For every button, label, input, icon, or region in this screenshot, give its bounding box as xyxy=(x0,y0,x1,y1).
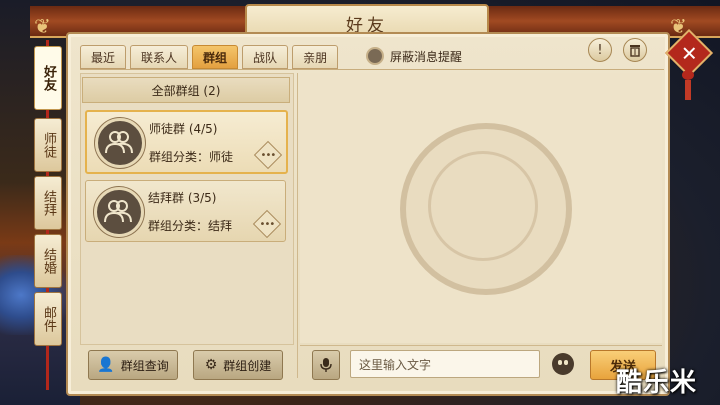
close-icon: ✕ xyxy=(680,40,698,65)
watermark: 酷乐米 xyxy=(616,368,698,398)
tassel-fringe xyxy=(685,80,691,100)
group-name: 师徒群 (4/5) xyxy=(149,122,218,136)
group-people-icon xyxy=(104,200,132,223)
emoji-button[interactable] xyxy=(548,350,578,378)
group-search-button[interactable]: 👤 群组查询 xyxy=(88,350,178,380)
group-people-icon xyxy=(105,131,133,154)
side-tab-marriage[interactable]: 结婚 xyxy=(34,234,62,288)
group-create-label: 群组创建 xyxy=(223,358,272,373)
tab-groups[interactable]: 群组 xyxy=(192,45,239,69)
tab-recent[interactable]: 最近 xyxy=(80,45,127,69)
microphone-icon xyxy=(320,358,332,372)
tab-team[interactable]: 战队 xyxy=(242,45,289,69)
trash-icon xyxy=(630,44,640,57)
chat-input-separator xyxy=(300,345,662,346)
group-create-button[interactable]: ⚙ 群组创建 xyxy=(193,350,283,380)
mute-toggle[interactable]: 屏蔽消息提醒 xyxy=(366,47,462,65)
more-icon: ••• xyxy=(260,149,276,161)
chat-input[interactable]: 这里输入文字 xyxy=(350,350,540,378)
emoji-icon xyxy=(552,353,574,375)
report-button[interactable]: ! xyxy=(588,38,612,62)
side-tab-mentor[interactable]: 师徒 xyxy=(34,118,62,172)
side-tab-sworn[interactable]: 结拜 xyxy=(34,176,62,230)
tab-contacts[interactable]: 联系人 xyxy=(130,45,189,69)
group-item[interactable]: 结拜群 (3/5) 群组分类：结拜 ••• xyxy=(85,180,286,242)
group-list-header[interactable]: 全部群组 (2) xyxy=(82,77,290,103)
more-icon: ••• xyxy=(259,218,275,230)
side-tab-ribbon: 好友 师徒 结拜 结婚 邮件 xyxy=(34,40,62,390)
mute-checkbox-icon xyxy=(366,47,384,65)
side-tab-mail[interactable]: 邮件 xyxy=(34,292,62,346)
tab-relatives[interactable]: 亲朋 xyxy=(292,45,339,69)
group-avatar xyxy=(94,187,144,237)
warning-icon: ! xyxy=(597,42,603,58)
side-tab-friends[interactable]: 好友 xyxy=(34,46,62,110)
group-more-button[interactable]: ••• xyxy=(252,209,282,239)
group-name: 结拜群 (3/5) xyxy=(148,191,217,205)
delete-button[interactable] xyxy=(623,38,647,62)
person-icon: 👤 xyxy=(97,357,115,373)
group-item[interactable]: 师徒群 (4/5) 群组分类：师徒 ••• xyxy=(85,110,288,174)
group-avatar xyxy=(95,118,145,168)
chat-area xyxy=(300,73,662,343)
group-category: 群组分类：师徒 xyxy=(149,150,234,164)
voice-button[interactable] xyxy=(312,350,340,380)
group-more-button[interactable]: ••• xyxy=(253,140,283,170)
top-tabs: 最近 联系人 群组 战队 亲朋 xyxy=(80,45,339,69)
gear-icon: ⚙ xyxy=(204,357,218,373)
tab-separator xyxy=(80,69,664,70)
dragon-emblem-inner xyxy=(428,151,538,261)
tassel-decoration xyxy=(682,70,694,102)
pane-divider xyxy=(297,73,298,378)
tassel-knot xyxy=(682,70,694,80)
mute-label: 屏蔽消息提醒 xyxy=(390,49,463,64)
group-category: 群组分类：结拜 xyxy=(148,219,233,233)
group-search-label: 群组查询 xyxy=(120,358,169,373)
